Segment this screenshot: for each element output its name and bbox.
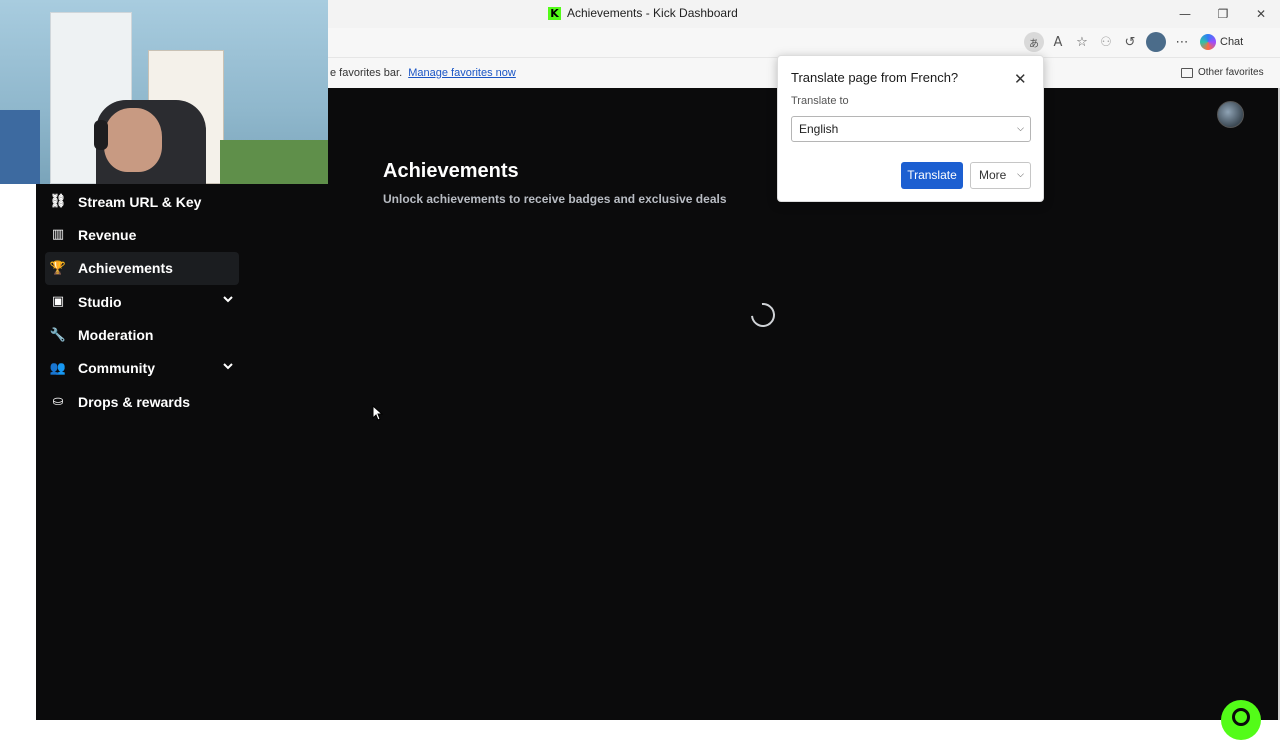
user-avatar[interactable] [1217, 101, 1244, 128]
chevron-down-icon: ⌵ [1017, 170, 1024, 180]
folder-icon [1181, 67, 1193, 78]
minimize-button[interactable]: — [1166, 0, 1204, 28]
sidebar-item-stream-url-key[interactable]: ⛓ Stream URL & Key [45, 185, 239, 218]
other-favorites-label: Other favorites [1198, 67, 1264, 78]
language-select-value: English [799, 122, 839, 136]
drops-icon: ⛀ [52, 394, 64, 410]
more-button-label: More [979, 168, 1007, 182]
kick-logo-icon: K [548, 6, 561, 20]
manage-favorites-link[interactable]: Manage favorites now [408, 67, 516, 79]
sidebar-item-revenue[interactable]: ▥ Revenue [45, 218, 239, 251]
sidebar-item-label: Achievements [78, 260, 173, 277]
favorites-message-text: e favorites bar. [330, 67, 403, 79]
copilot-chat-button[interactable]: Chat [1200, 34, 1243, 50]
translate-icon[interactable]: あ [1024, 32, 1044, 52]
sidebar-item-achievements[interactable]: 🏆 Achievements [45, 251, 239, 285]
webcam-overlay [0, 0, 328, 184]
copilot-icon [1200, 34, 1216, 50]
chevron-down-icon: ⌵ [1017, 124, 1024, 134]
sidebar-item-community[interactable]: 👥 Community [45, 352, 239, 385]
sidebar-item-label: Drops & rewards [78, 393, 191, 410]
dashboard-sidebar: ⛓ Stream URL & Key ▥ Revenue 🏆 Achievements ▣ S… [45, 185, 239, 419]
star-favorite-icon[interactable]: ☆ [1070, 30, 1094, 54]
window-controls: — ❐ ✕ [1166, 0, 1280, 28]
studio-icon: ▣ [51, 294, 65, 310]
sidebar-item-moderation[interactable]: 🔧 Moderation [45, 319, 239, 352]
chevron-down-icon[interactable] [223, 294, 233, 304]
translate-popup: Translate page from French? ✕ Translate … [777, 55, 1044, 202]
wrench-icon: 🔧 [49, 327, 67, 343]
webcam-bed [220, 140, 328, 184]
window-title-text: Achievements - Kick Dashboard [567, 6, 738, 20]
history-icon[interactable]: ↺ [1118, 30, 1142, 54]
toolbar-icons: あ A ☆ ⚇ ↺ ⋯ Chat [1022, 30, 1243, 54]
page-title: Achievements [383, 160, 519, 182]
help-chat-button[interactable] [1221, 700, 1261, 740]
sidebar-item-label: Moderation [78, 327, 154, 344]
read-aloud-icon[interactable]: A [1046, 30, 1070, 54]
translate-popup-title: Translate page from French? [791, 70, 959, 85]
favorites-message: e favorites bar. Manage favorites now [330, 67, 516, 79]
sidebar-item-label: Stream URL & Key [78, 193, 202, 210]
window-title: K Achievements - Kick Dashboard [548, 6, 738, 20]
page-subtitle: Unlock achievements to receive badges an… [383, 192, 727, 206]
webcam-headset [94, 120, 108, 150]
profile-avatar[interactable] [1146, 32, 1166, 52]
sidebar-item-label: Community [78, 360, 155, 377]
people-icon: 👥 [49, 360, 67, 376]
other-favorites[interactable]: Other favorites [1181, 67, 1264, 78]
chevron-down-icon[interactable] [223, 361, 233, 371]
sidebar-item-studio[interactable]: ▣ Studio [45, 285, 239, 318]
link-icon: ⛓ [49, 194, 67, 209]
more-options-icon[interactable]: ⋯ [1170, 30, 1194, 54]
mouse-cursor [372, 405, 384, 421]
translate-button[interactable]: Translate [901, 162, 963, 189]
more-button[interactable]: More ⌵ [970, 162, 1031, 189]
close-icon[interactable]: ✕ [1014, 70, 1027, 88]
sidebar-item-label: Revenue [78, 226, 137, 243]
webcam-cabinet [0, 110, 40, 184]
language-select[interactable]: English ⌵ [791, 116, 1031, 142]
chat-label: Chat [1220, 36, 1244, 48]
restore-button[interactable]: ❐ [1204, 0, 1242, 28]
sidebar-item-drops-rewards[interactable]: ⛀ Drops & rewards [45, 385, 239, 418]
close-window-button[interactable]: ✕ [1242, 0, 1280, 28]
trophy-icon: 🏆 [49, 260, 67, 276]
extensions-icon[interactable]: ⚇ [1094, 30, 1118, 54]
translate-to-label: Translate to [791, 95, 849, 107]
sidebar-item-label: Studio [78, 293, 122, 310]
bar-chart-icon: ▥ [51, 227, 65, 243]
help-icon [1232, 708, 1250, 726]
webcam-person [104, 108, 162, 172]
